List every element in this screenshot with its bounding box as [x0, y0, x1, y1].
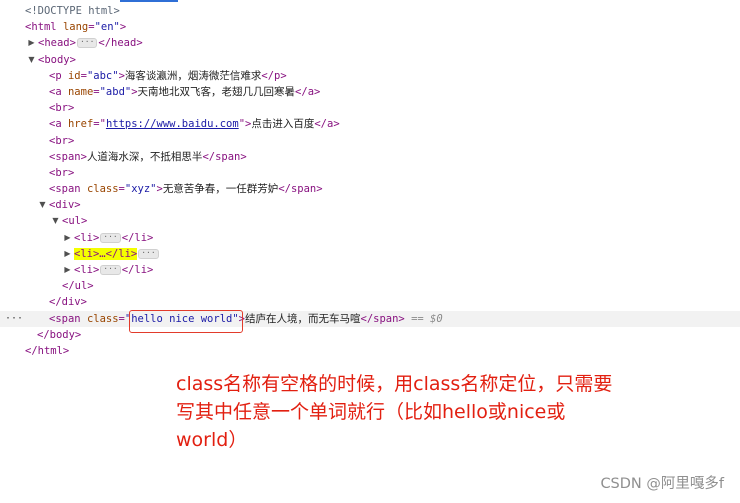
collapsed-arrow-icon[interactable]: ▶ [63, 230, 72, 246]
collapsed-arrow-icon[interactable]: ▶ [63, 246, 72, 262]
tree-row-ul-close[interactable]: </ul> [0, 278, 740, 294]
node-text: 人道海水深，不抵相思半 [86, 150, 203, 163]
tree-row-span[interactable]: <span>人道海水深，不抵相思半</span> [0, 149, 740, 165]
collapsed-arrow-icon[interactable]: ▶ [63, 262, 72, 278]
more-options-icon[interactable]: ··· [5, 311, 23, 327]
tree-row-br[interactable]: <br> [0, 165, 740, 181]
dom-tree: <!DOCTYPE html> <html lang="en"> ▶ <head… [0, 3, 740, 359]
tree-row-div-close[interactable]: </div> [0, 294, 740, 310]
note-line-1: class名称有空格的时候，用class名称定位，只需要 [176, 373, 613, 395]
collapsed-content-badge[interactable]: ··· [100, 265, 121, 275]
node-text: 无意苦争春，一任群芳妒 [162, 183, 279, 196]
tree-row-li[interactable]: ▶ <li> ··· </li> [0, 230, 740, 246]
selected-node-marker: == $0 [411, 312, 443, 325]
tree-row-a-name[interactable]: <a name="abd">天南地北双飞客，老翅几几回寒暑</a> [0, 84, 740, 100]
note-line-2: 写其中任意一个单词就行（比如hello或nice或 [176, 401, 566, 423]
href-link[interactable]: https://www.baidu.com [106, 118, 239, 130]
tree-row-head[interactable]: ▶ <head> ··· </head> [0, 35, 740, 51]
collapsed-content-badge[interactable]: ··· [76, 38, 98, 49]
tree-row-body[interactable]: ▼ <body> [0, 52, 740, 68]
active-tab-indicator [120, 0, 178, 2]
tree-row-span-xyz[interactable]: <span class="xyz">无意苦争春，一任群芳妒</span> [0, 181, 740, 197]
tree-row-li[interactable]: ▶ <li> ··· </li> [0, 262, 740, 278]
collapsed-content-badge[interactable]: ··· [100, 232, 121, 243]
node-text: 天南地北双飞客，老翅几几回寒暑 [137, 85, 296, 98]
tree-row-span-selected[interactable]: ··· <span class="hello nice world">结庐在人境… [0, 310, 740, 327]
tree-row-li-highlighted[interactable]: ▶ <li>…</li> ··· [0, 246, 740, 262]
tree-row-br[interactable]: <br> [0, 100, 740, 116]
tree-row-ul[interactable]: ▼ <ul> [0, 213, 740, 229]
tree-row-p[interactable]: <p id="abc">海客谈瀛洲，烟涛微茫信难求</p> [0, 68, 740, 84]
node-text: 点击进入百度 [251, 118, 315, 131]
expanded-arrow-icon[interactable]: ▼ [38, 197, 47, 213]
expanded-arrow-icon[interactable]: ▼ [51, 213, 60, 229]
collapsed-content-badge[interactable]: ··· [138, 248, 159, 259]
tree-row-br[interactable]: <br> [0, 133, 740, 149]
tree-row-html[interactable]: <html lang="en"> [0, 19, 740, 35]
collapsed-arrow-icon[interactable]: ▶ [27, 35, 36, 51]
note-line-3: world） [176, 429, 248, 451]
tree-row-html-close[interactable]: </html> [0, 343, 740, 359]
tree-row-doctype[interactable]: <!DOCTYPE html> [0, 3, 740, 19]
expanded-arrow-icon[interactable]: ▼ [27, 52, 36, 68]
annotation-highlight-box [129, 310, 243, 333]
annotation-note: class名称有空格的时候，用class名称定位，只需要 写其中任意一个单词就行… [176, 370, 696, 454]
node-text: 海客谈瀛洲，烟涛微茫信难求 [124, 69, 262, 82]
watermark: CSDN @阿里嘎多f [600, 476, 724, 492]
search-highlight: <li>…</li> [74, 247, 138, 260]
tree-row-a-href[interactable]: <a href="https://www.baidu.com">点击进入百度</… [0, 116, 740, 132]
node-text: 结庐在人境，而无车马喧 [245, 312, 361, 325]
tree-row-div[interactable]: ▼ <div> [0, 197, 740, 213]
tree-row-body-close[interactable]: </body> [0, 327, 740, 343]
